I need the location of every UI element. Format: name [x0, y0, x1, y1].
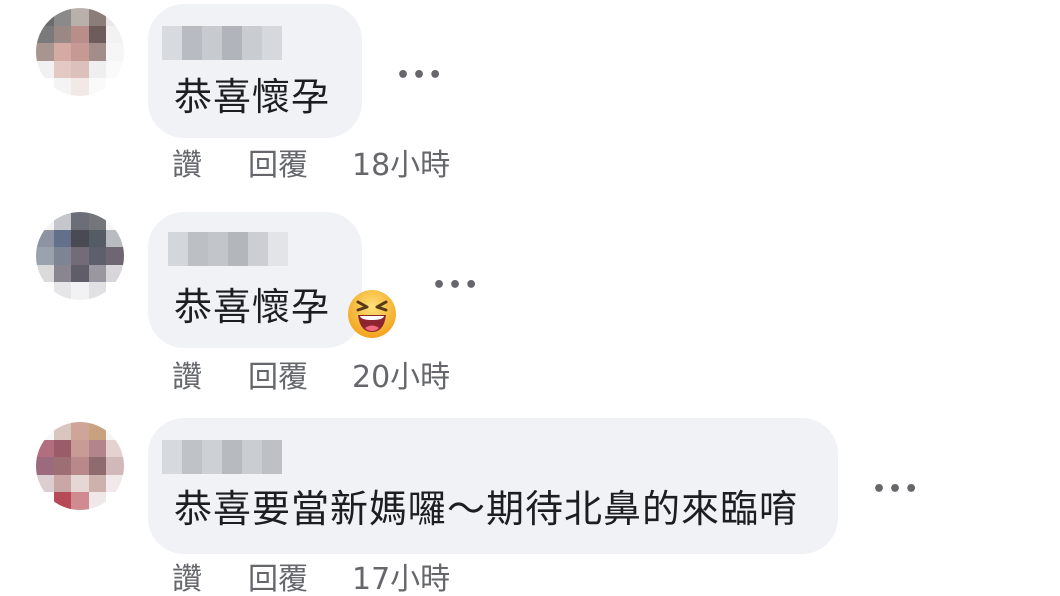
more-options-icon[interactable]: •••	[432, 275, 480, 297]
author-name-blurred[interactable]	[162, 26, 282, 60]
comment-thread: 恭喜懷孕 ••• 讚 回覆 18小時 恭喜懷孕 ••• 讚 回覆 20小時 恭喜…	[0, 0, 1060, 596]
comment-bubble: 恭喜懷孕	[148, 4, 362, 138]
author-name-blurred[interactable]	[162, 440, 282, 474]
reply-link[interactable]: 回覆	[248, 560, 308, 596]
avatar[interactable]	[36, 212, 124, 300]
avatar[interactable]	[36, 8, 124, 96]
laughing-face-emoji	[348, 290, 396, 338]
comment-actions: 讚 回覆 17小時	[172, 560, 450, 596]
comment-text: 恭喜懷孕	[174, 75, 331, 119]
comment-text: 恭喜懷孕	[174, 285, 331, 329]
avatar[interactable]	[36, 422, 124, 510]
comment-text: 恭喜要當新媽囉～期待北鼻的來臨唷	[174, 487, 799, 531]
reply-link[interactable]: 回覆	[248, 146, 308, 186]
reply-link[interactable]: 回覆	[248, 358, 308, 398]
timestamp[interactable]: 20小時	[352, 358, 450, 398]
like-link[interactable]: 讚	[172, 560, 202, 596]
more-options-icon[interactable]: •••	[872, 479, 920, 501]
comment-bubble: 恭喜懷孕	[148, 212, 362, 348]
like-link[interactable]: 讚	[172, 358, 202, 398]
more-options-icon[interactable]: •••	[396, 65, 444, 87]
comment-bubble: 恭喜要當新媽囉～期待北鼻的來臨唷	[148, 418, 838, 554]
like-link[interactable]: 讚	[172, 146, 202, 186]
timestamp[interactable]: 18小時	[352, 146, 450, 186]
comment-actions: 讚 回覆 18小時	[172, 146, 450, 186]
comment-actions: 讚 回覆 20小時	[172, 358, 450, 398]
author-name-blurred[interactable]	[168, 232, 288, 266]
timestamp[interactable]: 17小時	[352, 560, 450, 596]
